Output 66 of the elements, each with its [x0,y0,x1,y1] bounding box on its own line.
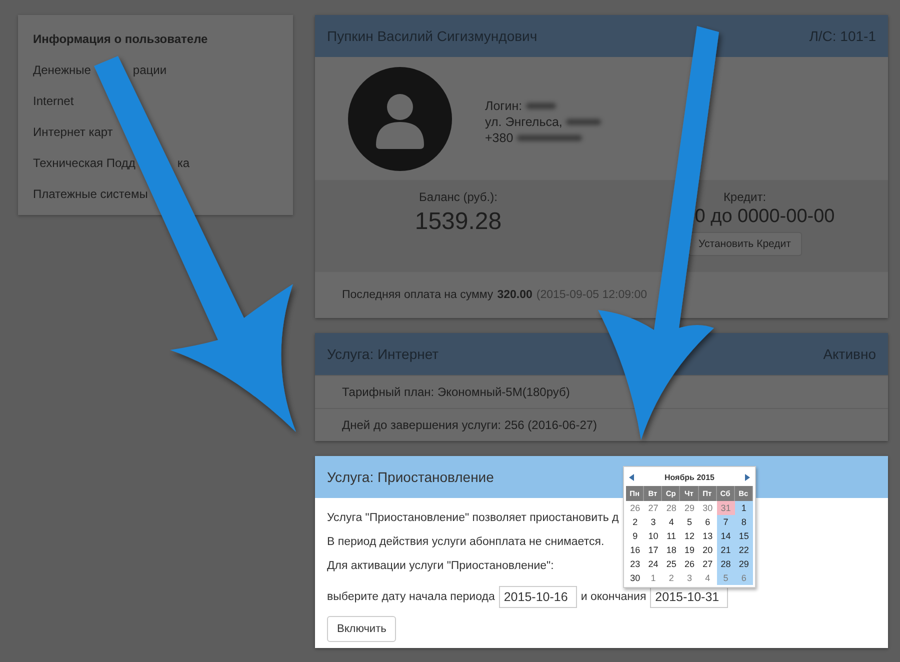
calendar-day[interactable]: 15 [734,529,753,543]
calendar-day[interactable]: 29 [680,501,699,515]
redaction-blur [526,102,556,108]
calendar-day[interactable]: 12 [680,529,699,543]
calendar-day[interactable]: 20 [698,543,717,557]
calendar-day[interactable]: 7 [716,515,735,529]
phone-text: +380 [485,130,514,144]
calendar-day[interactable]: 2 [662,571,680,585]
calendar-day[interactable]: 18 [662,543,680,557]
calendar-day[interactable]: 25 [662,557,680,571]
calendar-day[interactable]: 27 [698,557,717,571]
calendar-day[interactable]: 17 [644,543,662,557]
calendar-day[interactable]: 2 [626,515,644,529]
calendar-day[interactable]: 24 [644,557,662,571]
month-title: Ноябрь 2015 [664,473,714,482]
start-date-field[interactable]: 2015-10-16 [498,586,577,608]
calendar-day[interactable]: 1 [644,571,662,585]
calendar-day[interactable]: 9 [626,529,644,543]
next-icon[interactable] [745,474,750,481]
calendar-day[interactable]: 4 [662,515,680,529]
calendar-day[interactable]: 28 [716,557,735,571]
description-text: В период действия услуги абонплата не снимается. [327,535,604,550]
redaction-blur [566,118,602,124]
calendar-day[interactable]: 23 [626,557,644,571]
prev-icon[interactable] [629,474,634,481]
balance-label: Баланс (руб.): [419,190,498,204]
calendar-day[interactable]: 26 [680,557,699,571]
service-info: Дней до завершения услуги: 256 (2016-06-27) [342,418,598,432]
calendar-day[interactable]: 29 [734,557,753,571]
redaction-blur [517,134,582,140]
calendar-day[interactable]: 22 [734,543,753,557]
description-text: Для активации услуги "Приостановление": [327,559,554,574]
calendar-day[interactable]: 10 [644,529,662,543]
calendar-day[interactable]: 26 [626,501,644,515]
end-label: и окончания [580,591,646,603]
calendar-day[interactable]: 11 [662,529,680,543]
address-text: ул. Энгельса, [485,114,562,128]
credit-value: 0 до 0000-00-00 [694,206,835,228]
calendar-day[interactable]: 21 [716,543,735,557]
balance-value: 1539.28 [414,208,502,236]
calendar-day[interactable]: 8 [734,515,753,529]
period-label: выберите дату начала периода [327,591,495,603]
calendar-day[interactable]: 30 [698,501,717,515]
service-info: Тарифный план: Экономный-5М(180руб) [342,385,570,399]
calendar-day[interactable]: 14 [716,529,735,543]
service-title: Услуга: Приостановление [327,469,494,485]
calendar-day[interactable]: 3 [680,571,699,585]
calendar-day[interactable]: 5 [680,515,699,529]
calendar-day[interactable]: 3 [644,515,662,529]
calendar-day[interactable]: 28 [662,501,680,515]
calendar-day[interactable]: 30 [626,571,644,585]
avatar-icon [348,66,452,170]
end-date-field[interactable]: 2015-10-31 [650,586,728,608]
description-text: Услуга "Приостановление" позволяет приостановить д [327,511,619,526]
login-label: Логин: [485,98,522,112]
calendar-day[interactable]: 16 [626,543,644,557]
calendar-day[interactable]: 4 [698,571,717,585]
last-payment-label: Последняя оплата на сумму [342,289,494,301]
calendar-day[interactable]: 19 [680,543,699,557]
calendar-day[interactable]: 13 [698,529,717,543]
enable-button[interactable]: Включить [327,616,396,642]
payment-amount: 320.00 [497,289,532,301]
calendar-day[interactable]: 6 [698,515,717,529]
credit-label: Кредит: [723,190,766,204]
calendar-day[interactable]: 1 [734,501,753,515]
calendar-day[interactable]: 27 [644,501,662,515]
